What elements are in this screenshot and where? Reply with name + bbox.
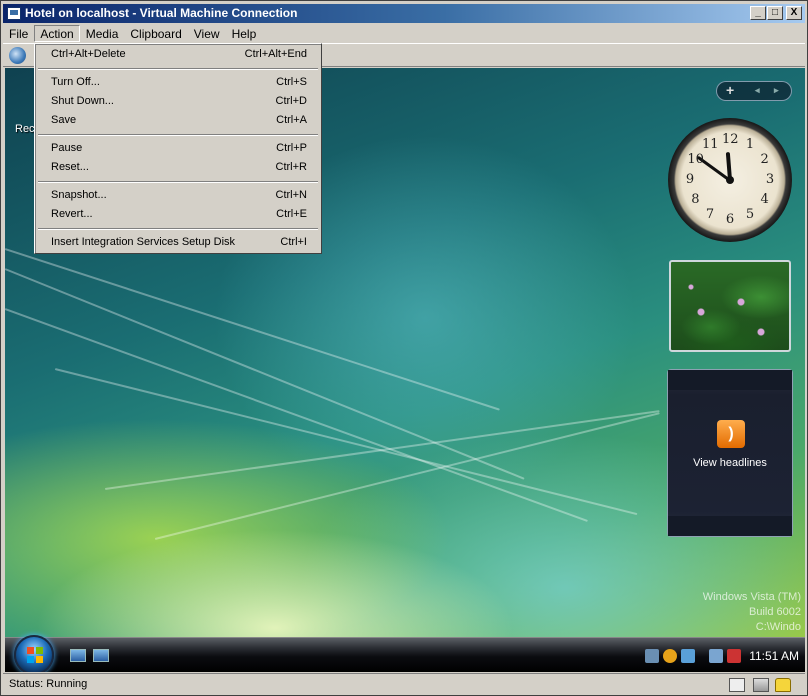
clock-number: 5 bbox=[745, 206, 755, 222]
action-menu-dropdown: Ctrl+Alt+Delete Ctrl+Alt+End Turn Off... C… bbox=[34, 43, 322, 254]
add-gadget-icon[interactable]: + bbox=[726, 82, 734, 98]
clock-number: 12 bbox=[722, 132, 739, 147]
clock-number: 11 bbox=[702, 137, 719, 153]
title-bar[interactable]: Hotel on localhost - Virtual Machine Con… bbox=[3, 4, 805, 23]
wallpaper-streak bbox=[5, 248, 500, 411]
update-icon[interactable] bbox=[681, 648, 696, 663]
wallpaper-streak bbox=[54, 368, 638, 516]
status-text: Status: Running bbox=[9, 678, 88, 690]
slideshow-gadget[interactable] bbox=[669, 260, 791, 352]
taskbar-clock[interactable]: 11:51 AM bbox=[749, 649, 799, 663]
menu-item-shut-down[interactable]: Shut Down... Ctrl+D bbox=[35, 92, 321, 111]
menu-view[interactable]: View bbox=[188, 25, 226, 42]
maximize-button[interactable]: □ bbox=[767, 6, 783, 20]
menu-item-turn-off[interactable]: Turn Off... Ctrl+S bbox=[35, 73, 321, 92]
clock-number: 6 bbox=[725, 212, 735, 227]
feed-footer bbox=[668, 516, 792, 536]
keyboard-icon bbox=[729, 678, 745, 692]
menu-separator bbox=[38, 228, 318, 230]
menu-item-revert[interactable]: Revert... Ctrl+E bbox=[35, 205, 321, 224]
connection-icon[interactable] bbox=[709, 648, 724, 663]
menu-item-snapshot[interactable]: Snapshot... Ctrl+N bbox=[35, 186, 321, 205]
mouse-icon bbox=[753, 678, 769, 692]
minimize-button[interactable]: _ bbox=[750, 6, 766, 20]
security-shield-icon[interactable] bbox=[663, 648, 678, 663]
watermark-line-1: Windows Vista (TM) bbox=[702, 591, 801, 603]
close-button[interactable]: X bbox=[786, 6, 802, 20]
menu-item-insert-integration-disk[interactable]: Insert Integration Services Setup Disk Ct… bbox=[35, 233, 321, 252]
clock-face: 12 1 2 3 4 5 6 7 8 9 10 11 bbox=[680, 130, 780, 230]
start-button[interactable] bbox=[14, 635, 54, 672]
clock-gadget[interactable]: 12 1 2 3 4 5 6 7 8 9 10 11 bbox=[668, 118, 792, 242]
menu-file[interactable]: File bbox=[3, 25, 34, 42]
menu-media[interactable]: Media bbox=[80, 25, 125, 42]
gadget-navigation[interactable]: + ◂ ▸ bbox=[716, 81, 792, 101]
menu-bar: File Action Media Clipboard View Help bbox=[3, 24, 805, 42]
vm-connection-window: Hotel on localhost - Virtual Machine Con… bbox=[0, 0, 808, 696]
menu-clipboard[interactable]: Clipboard bbox=[124, 25, 187, 42]
menu-item-ctrl-alt-delete[interactable]: Ctrl+Alt+Delete Ctrl+Alt+End bbox=[35, 45, 321, 64]
window-title: Hotel on localhost - Virtual Machine Con… bbox=[25, 6, 298, 20]
system-tray: 11:51 AM bbox=[641, 638, 805, 672]
menu-item-pause[interactable]: Pause Ctrl+P bbox=[35, 139, 321, 158]
rss-icon: ) bbox=[717, 420, 745, 448]
windows-logo-icon bbox=[27, 647, 43, 663]
view-headlines-label[interactable]: View headlines bbox=[668, 457, 792, 469]
clock-number: 3 bbox=[765, 172, 775, 187]
watermark-line-2: Build 6002 bbox=[749, 606, 801, 618]
recycle-bin-label[interactable]: Rec bbox=[15, 123, 35, 135]
menu-separator bbox=[38, 134, 318, 136]
vm-app-icon bbox=[7, 7, 21, 20]
menu-item-reset[interactable]: Reset... Ctrl+R bbox=[35, 158, 321, 177]
clock-number: 8 bbox=[691, 192, 700, 207]
status-bar: Status: Running bbox=[3, 673, 805, 694]
lock-icon bbox=[775, 678, 791, 692]
switch-windows-icon[interactable] bbox=[93, 649, 109, 662]
menu-separator bbox=[38, 68, 318, 70]
show-desktop-icon[interactable] bbox=[70, 649, 86, 662]
feed-headlines-gadget[interactable]: ) View headlines bbox=[667, 369, 793, 537]
clock-number: 1 bbox=[745, 137, 755, 153]
network-icon[interactable] bbox=[645, 648, 660, 663]
wallpaper-streak bbox=[5, 308, 588, 522]
menu-item-save[interactable]: Save Ctrl+A bbox=[35, 111, 321, 130]
clock-number: 2 bbox=[760, 152, 769, 167]
volume-muted-icon[interactable] bbox=[727, 648, 742, 663]
menu-separator bbox=[38, 181, 318, 183]
clock-number: 9 bbox=[685, 172, 695, 187]
clock-number: 4 bbox=[760, 192, 769, 207]
menu-action[interactable]: Action bbox=[34, 24, 80, 42]
clock-hub bbox=[726, 176, 734, 184]
clock-number: 10 bbox=[687, 152, 704, 167]
clock-number: 7 bbox=[705, 206, 715, 222]
feed-header bbox=[668, 370, 792, 390]
menu-help[interactable]: Help bbox=[226, 25, 263, 42]
ctrl-alt-del-icon[interactable] bbox=[9, 47, 26, 64]
taskbar: 11:51 AM bbox=[5, 635, 805, 672]
watermark-line-3: C:\Windo bbox=[755, 621, 801, 633]
gadget-arrows-icon[interactable]: ◂ ▸ bbox=[755, 82, 785, 99]
windows-watermark: Windows Vista (TM) Build 6002 C:\Windo bbox=[703, 590, 801, 635]
wallpaper-streak bbox=[5, 268, 525, 480]
